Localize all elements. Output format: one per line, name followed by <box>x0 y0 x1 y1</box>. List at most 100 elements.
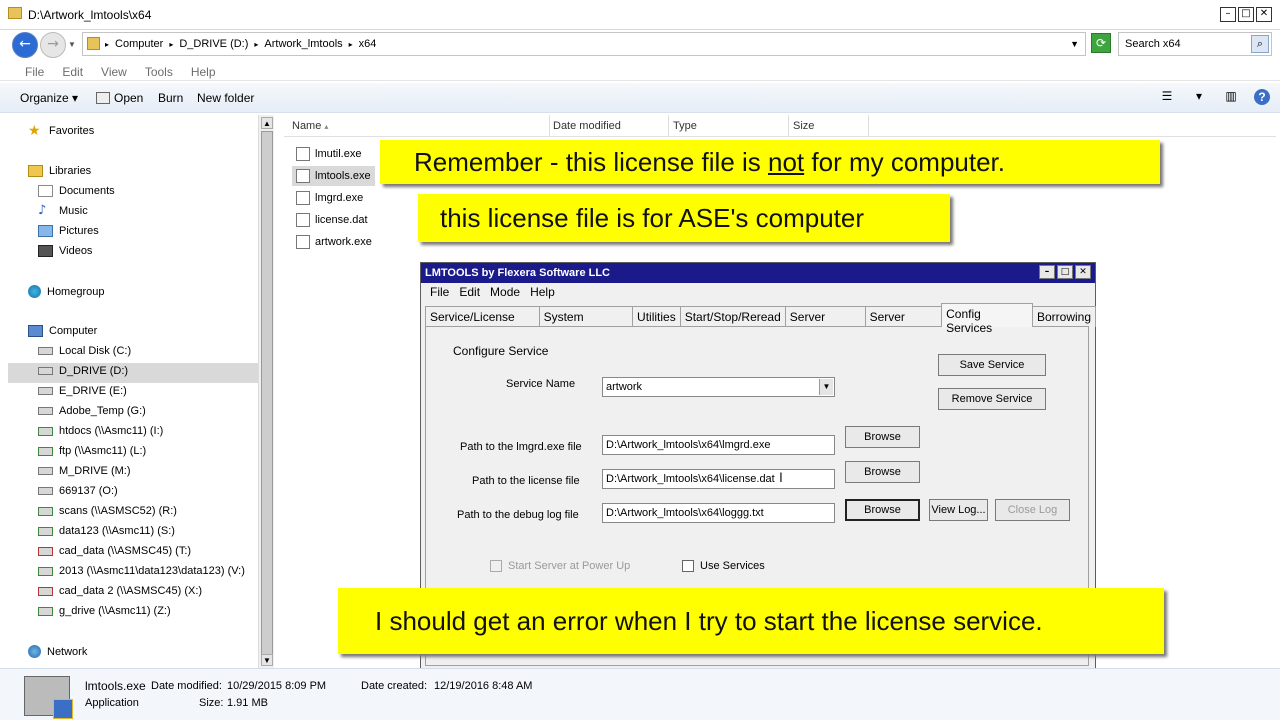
minimize-button[interactable]: – <box>1220 7 1236 22</box>
dialog-maximize-button[interactable]: □ <box>1057 265 1073 279</box>
remove-service-button[interactable]: Remove Service <box>938 388 1046 410</box>
column-date-modified[interactable]: Date modified <box>553 120 621 132</box>
preview-pane-icon[interactable]: ▥ <box>1222 89 1240 105</box>
window-controls: – □ ✕ <box>1220 7 1272 22</box>
chevron-down-icon[interactable]: ▾ <box>1190 89 1208 105</box>
breadcrumb-d-drive[interactable]: D_DRIVE (D:) <box>179 38 248 52</box>
nav-drive-t[interactable]: cad_data (\\ASMSC45) (T:) <box>38 545 191 557</box>
tab-server-diags[interactable]: Server Diags <box>864 306 943 338</box>
back-button[interactable]: ← <box>12 32 38 58</box>
nav-drive-g[interactable]: Adobe_Temp (G:) <box>38 405 146 417</box>
nav-libraries[interactable]: Libraries <box>28 165 91 177</box>
browse-license-button[interactable]: Browse <box>845 461 920 483</box>
recent-pages-dropdown[interactable]: ▼ <box>68 40 76 49</box>
service-name-combo[interactable]: artwork ▼ <box>602 377 835 397</box>
nav-documents[interactable]: Documents <box>38 185 115 197</box>
network-icon <box>28 645 41 658</box>
tab-config-services[interactable]: Config Services <box>941 303 1033 335</box>
open-button[interactable]: Open <box>96 91 143 105</box>
homegroup-icon <box>28 285 41 298</box>
file-row-lmutil[interactable]: lmutil.exe <box>292 144 365 164</box>
chevron-down-icon[interactable]: ▼ <box>1070 39 1079 49</box>
folder-icon <box>87 37 100 50</box>
save-service-button[interactable]: Save Service <box>938 354 1046 376</box>
nav-drive-r[interactable]: scans (\\ASMSC52) (R:) <box>38 505 177 517</box>
column-type[interactable]: Type <box>673 120 697 132</box>
nav-drive-d[interactable]: D_DRIVE (D:) <box>38 365 128 377</box>
new-folder-button[interactable]: New folder <box>197 91 254 105</box>
nav-drive-l[interactable]: ftp (\\Asmc11) (L:) <box>38 445 146 457</box>
menu-edit[interactable]: Edit <box>53 61 92 80</box>
use-services-checkbox[interactable] <box>682 560 694 572</box>
nav-drive-v[interactable]: 2013 (\\Asmc11\data123\data123) (V:) <box>38 565 245 577</box>
start-server-checkbox <box>490 560 502 572</box>
nav-drive-c[interactable]: Local Disk (C:) <box>38 345 131 357</box>
help-icon[interactable]: ? <box>1254 89 1270 105</box>
nav-drive-s[interactable]: data123 (\\Asmc11) (S:) <box>38 525 175 537</box>
scroll-up-arrow[interactable]: ▲ <box>261 117 273 129</box>
dialog-menu-mode[interactable]: Mode <box>485 283 525 303</box>
debug-log-field[interactable]: D:\Artwork_lmtools\x64\loggg.txt <box>602 503 835 523</box>
lmgrd-path-field[interactable]: D:\Artwork_lmtools\x64\lmgrd.exe <box>602 435 835 455</box>
dialog-menu-edit[interactable]: Edit <box>454 283 485 303</box>
browse-lmgrd-button[interactable]: Browse <box>845 426 920 448</box>
close-button[interactable]: ✕ <box>1256 7 1272 22</box>
breadcrumb-artwork-lmtools[interactable]: Artwork_lmtools <box>264 38 342 52</box>
tab-utilities[interactable]: Utilities <box>632 306 681 327</box>
burn-button[interactable]: Burn <box>158 91 183 105</box>
nav-pictures[interactable]: Pictures <box>38 225 99 237</box>
organize-button[interactable]: Organize ▾ <box>20 91 78 105</box>
browse-debug-log-button[interactable]: Browse <box>845 499 920 521</box>
column-size[interactable]: Size <box>793 120 814 132</box>
nav-drive-x[interactable]: cad_data 2 (\\ASMSC45) (X:) <box>38 585 202 597</box>
nav-videos[interactable]: Videos <box>38 245 92 257</box>
tab-server-status[interactable]: Server Status <box>784 306 866 338</box>
drive-icon <box>38 467 53 475</box>
breadcrumb-x64[interactable]: x64 <box>359 38 377 52</box>
refresh-button[interactable]: ⟳ <box>1091 33 1111 53</box>
tab-service-license-file[interactable]: Service/License File <box>425 306 540 338</box>
menu-tools[interactable]: Tools <box>136 61 182 80</box>
nav-music[interactable]: ♪ Music <box>38 204 88 217</box>
file-row-lmgrd[interactable]: lmgrd.exe <box>292 188 367 208</box>
forward-button[interactable]: → <box>40 32 66 58</box>
dialog-minimize-button[interactable]: – <box>1039 265 1055 279</box>
menu-view[interactable]: View <box>92 61 136 80</box>
dialog-close-button[interactable]: ✕ <box>1075 265 1091 279</box>
open-icon <box>96 92 110 104</box>
menu-help[interactable]: Help <box>182 61 225 80</box>
scroll-thumb[interactable] <box>261 131 273 655</box>
maximize-button[interactable]: □ <box>1238 7 1254 22</box>
nav-drive-o[interactable]: 669137 (O:) <box>38 485 118 497</box>
file-row-license[interactable]: license.dat <box>292 210 372 230</box>
search-icon[interactable]: ⌕ <box>1251 35 1269 53</box>
nav-drive-z[interactable]: g_drive (\\Asmc11) (Z:) <box>38 605 171 617</box>
nav-homegroup[interactable]: Homegroup <box>28 285 104 298</box>
nav-scrollbar[interactable]: ▲ ▼ <box>258 115 274 668</box>
file-row-lmtools[interactable]: lmtools.exe <box>292 166 375 186</box>
drive-icon <box>38 347 53 355</box>
close-log-button: Close Log <box>995 499 1070 521</box>
license-path-field[interactable]: D:\Artwork_lmtools\x64\license.dat <box>602 469 835 489</box>
nav-drive-e[interactable]: E_DRIVE (E:) <box>38 385 127 397</box>
tab-start-stop-reread[interactable]: Start/Stop/Reread <box>679 306 786 327</box>
address-input[interactable]: ▸ Computer ▸ D_DRIVE (D:) ▸ Artwork_lmto… <box>82 32 1086 56</box>
nav-favorites[interactable]: ★ Favorites <box>28 124 94 138</box>
nav-drive-m[interactable]: M_DRIVE (M:) <box>38 465 131 477</box>
column-name[interactable]: Name ▴ <box>292 120 328 132</box>
nav-network[interactable]: Network <box>28 645 87 658</box>
file-row-artwork[interactable]: artwork.exe <box>292 232 376 252</box>
view-options-icon[interactable]: ☰ <box>1158 89 1176 105</box>
dialog-menu-file[interactable]: File <box>425 283 454 303</box>
breadcrumb-computer[interactable]: Computer <box>115 38 163 52</box>
nav-drive-i[interactable]: htdocs (\\Asmc11) (I:) <box>38 425 163 437</box>
view-log-button[interactable]: View Log... <box>929 499 988 521</box>
dialog-menu-help[interactable]: Help <box>525 283 560 303</box>
tab-system-settings[interactable]: System Settings <box>538 306 634 338</box>
menu-file[interactable]: File <box>16 61 53 80</box>
tab-borrowing[interactable]: Borrowing <box>1031 306 1097 327</box>
nav-computer[interactable]: Computer <box>28 325 97 337</box>
chevron-down-icon[interactable]: ▼ <box>819 379 833 395</box>
search-input[interactable]: Search x64 ⌕ <box>1118 32 1272 56</box>
scroll-down-arrow[interactable]: ▼ <box>261 654 273 666</box>
